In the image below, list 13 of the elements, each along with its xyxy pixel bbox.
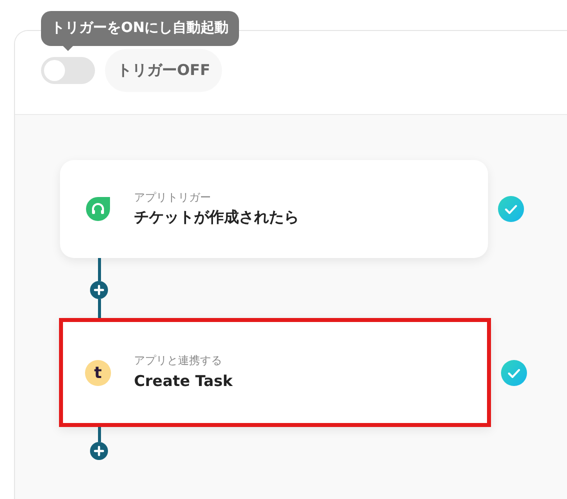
trigger-toggle[interactable]: [41, 57, 95, 84]
step-card[interactable]: t アプリと連携する Create Task: [59, 318, 491, 427]
add-step-icon[interactable]: [90, 442, 108, 460]
tooltip: トリガーをONにし自動起動: [41, 11, 239, 46]
step-caption: アプリトリガー: [134, 190, 212, 206]
step-title: Create Task: [134, 370, 233, 392]
step-title: チケットが作成されたら: [134, 207, 299, 228]
trigger-status: トリガーOFF: [105, 49, 222, 92]
headset-icon: [85, 196, 111, 222]
add-step-icon[interactable]: [90, 281, 108, 299]
app-logo-icon: t: [85, 360, 111, 386]
step-caption: アプリと連携する: [134, 353, 223, 369]
step-card[interactable]: アプリトリガー チケットが作成されたら: [60, 160, 488, 258]
